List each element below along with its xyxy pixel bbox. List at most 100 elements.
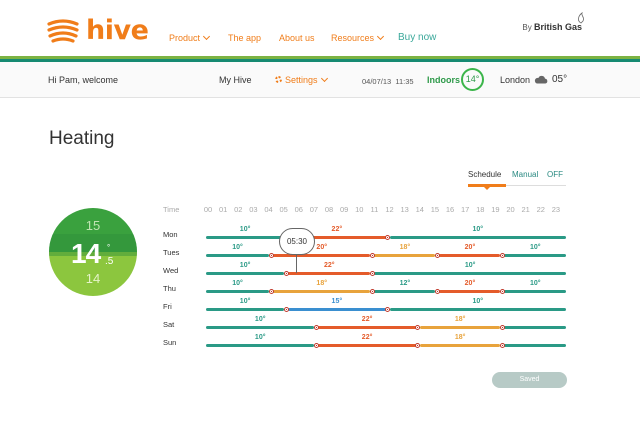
segment-temperature: 10°	[464, 262, 476, 269]
segment-temperature: 10°	[472, 298, 484, 305]
segment-temperature: 12°	[399, 280, 411, 287]
schedule-segment[interactable]	[206, 236, 285, 239]
segment-drag-handle[interactable]	[313, 343, 319, 348]
segment-drag-handle[interactable]	[434, 253, 440, 258]
day-label: Wed	[163, 266, 179, 275]
segment-drag-handle[interactable]	[434, 289, 440, 294]
segment-temperature: 18°	[316, 280, 328, 287]
schedule-segment[interactable]	[273, 290, 371, 293]
hour-label: 19	[491, 205, 500, 214]
schedule-segment[interactable]	[288, 308, 386, 311]
hour-label: 22	[536, 205, 545, 214]
segment-temperature: 10°	[529, 280, 541, 287]
schedule-segment[interactable]	[374, 272, 566, 275]
schedule-segment[interactable]	[374, 254, 436, 257]
hour-label: 18	[476, 205, 485, 214]
segment-temperature: 10°	[254, 334, 266, 341]
hour-label: 08	[324, 205, 334, 214]
segment-temperature: 15°	[331, 298, 343, 305]
segment-temperature: 18°	[454, 316, 466, 323]
schedule-segment[interactable]	[504, 344, 566, 347]
hour-label: 02	[234, 205, 243, 214]
day-label: Thu	[163, 284, 176, 293]
hour-label: 01	[218, 205, 228, 214]
segment-temperature: 18°	[399, 244, 411, 251]
segment-drag-handle[interactable]	[313, 325, 319, 330]
hour-label: 05	[279, 205, 288, 214]
schedule-segment[interactable]	[504, 326, 566, 329]
segment-temperature: 22°	[323, 262, 335, 269]
segment-temperature: 10°	[254, 316, 266, 323]
segment-temperature: 10°	[239, 262, 251, 269]
schedule-segment[interactable]	[504, 254, 566, 257]
segment-drag-handle[interactable]	[499, 325, 505, 330]
schedule-segment[interactable]	[206, 290, 270, 293]
hour-label: 20	[506, 205, 515, 214]
hour-label: 14	[415, 205, 424, 214]
segment-drag-handle[interactable]	[369, 289, 375, 294]
segment-temperature: 10°	[472, 226, 484, 233]
day-label: Sun	[163, 338, 177, 347]
segment-temperature: 20°	[316, 244, 328, 251]
schedule-segment[interactable]	[504, 290, 566, 293]
schedule-segment[interactable]	[419, 344, 501, 347]
schedule-segment[interactable]	[206, 344, 315, 347]
segment-drag-handle[interactable]	[499, 289, 505, 294]
time-axis-label: Time	[163, 205, 180, 214]
day-label: Fri	[163, 302, 172, 311]
hour-label: 07	[309, 205, 319, 214]
hour-label: 03	[249, 205, 258, 214]
segment-drag-handle[interactable]	[499, 343, 505, 348]
schedule-segment[interactable]	[419, 326, 501, 329]
schedule-segment[interactable]	[439, 254, 501, 257]
segment-drag-handle[interactable]	[283, 307, 289, 312]
segment-drag-handle[interactable]	[369, 271, 375, 276]
segment-drag-handle[interactable]	[283, 271, 289, 276]
segment-drag-handle[interactable]	[268, 253, 274, 258]
schedule-segment[interactable]	[288, 272, 371, 275]
segment-temperature: 22°	[331, 226, 343, 233]
schedule-segment[interactable]	[206, 308, 285, 311]
segment-drag-handle[interactable]	[415, 325, 421, 330]
hour-label: 17	[460, 205, 470, 214]
segment-temperature: 22°	[361, 316, 373, 323]
day-label: Tues	[163, 248, 180, 257]
hour-label: 10	[355, 205, 364, 214]
selected-time-bubble[interactable]: 05:30	[279, 228, 315, 255]
schedule-segment[interactable]	[439, 290, 501, 293]
hour-label: 12	[385, 205, 394, 214]
segment-temperature: 20°	[464, 280, 476, 287]
schedule-segment[interactable]	[374, 290, 436, 293]
segment-drag-handle[interactable]	[385, 307, 391, 312]
hour-label: 15	[430, 205, 440, 214]
segment-drag-handle[interactable]	[385, 235, 391, 240]
schedule-segment[interactable]	[318, 344, 416, 347]
schedule-segment[interactable]	[389, 308, 566, 311]
segment-temperature: 18°	[454, 334, 466, 341]
schedule-segment[interactable]	[318, 326, 416, 329]
hour-label: 09	[339, 205, 349, 214]
hour-label: 13	[400, 205, 409, 214]
day-label: Sat	[163, 320, 175, 329]
selected-time-marker	[296, 254, 297, 273]
segment-drag-handle[interactable]	[499, 253, 505, 258]
schedule-segment[interactable]	[206, 272, 285, 275]
hour-label: 23	[551, 205, 561, 214]
hour-label: 11	[370, 205, 379, 214]
heating-schedule: Time 00 01 02 03 04 05 06 07 08 09 10 11 12 13 14 15 16 1…	[0, 0, 640, 427]
schedule-segment[interactable]	[206, 326, 315, 329]
schedule-segment[interactable]	[206, 254, 270, 257]
segment-drag-handle[interactable]	[268, 289, 274, 294]
hour-label: 16	[445, 205, 455, 214]
segment-temperature: 10°	[239, 298, 251, 305]
schedule-segment[interactable]	[389, 236, 566, 239]
segment-temperature: 22°	[361, 334, 373, 341]
hour-label: 06	[294, 205, 303, 214]
segment-drag-handle[interactable]	[369, 253, 375, 258]
save-button[interactable]: Saved	[492, 372, 567, 388]
segment-temperature: 10°	[232, 244, 243, 251]
segment-drag-handle[interactable]	[415, 343, 421, 348]
segment-temperature: 10°	[239, 226, 251, 233]
day-label: Mon	[163, 230, 178, 239]
hour-label: 21	[521, 205, 530, 214]
